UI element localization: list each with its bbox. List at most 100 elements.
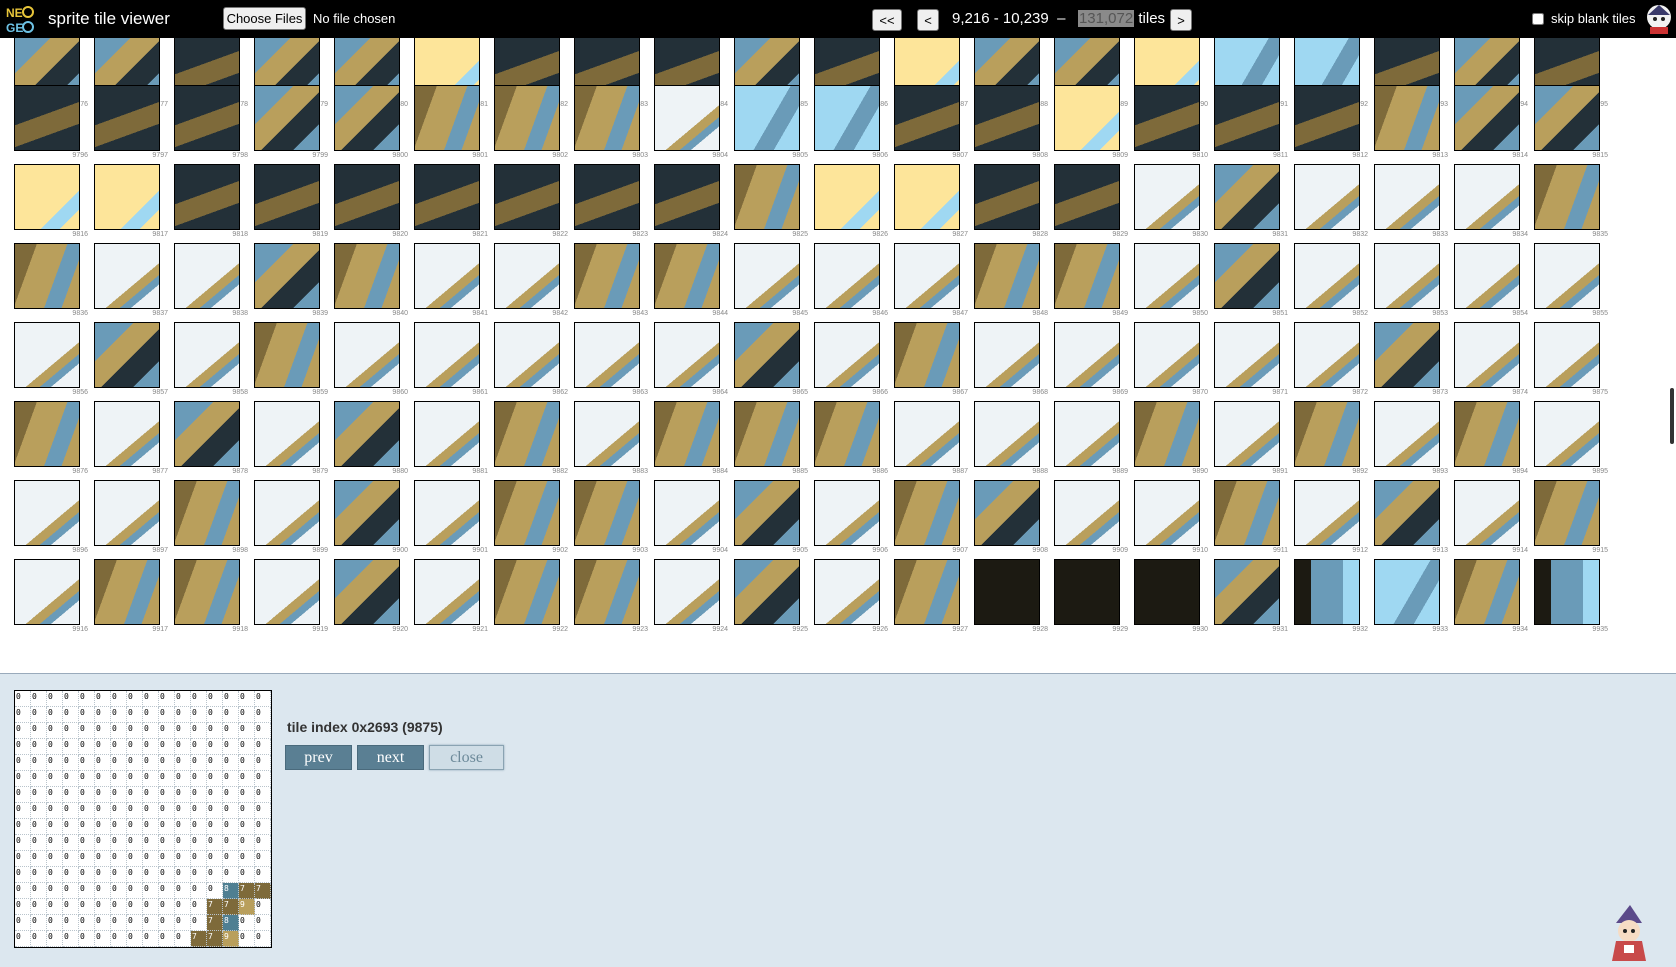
tile-thumbnail[interactable]	[1374, 559, 1440, 625]
tile-thumbnail[interactable]	[174, 85, 240, 151]
tile-thumbnail[interactable]	[254, 559, 320, 625]
tile-thumbnail[interactable]	[414, 85, 480, 151]
tile-thumbnail[interactable]	[174, 480, 240, 546]
tile-thumbnail[interactable]	[574, 401, 640, 467]
tile-thumbnail[interactable]	[654, 401, 720, 467]
tile-thumbnail[interactable]	[1054, 85, 1120, 151]
tile-thumbnail[interactable]	[414, 243, 480, 309]
tile-thumbnail[interactable]	[734, 559, 800, 625]
tile-thumbnail[interactable]	[254, 480, 320, 546]
tile-thumbnail[interactable]	[814, 480, 880, 546]
tile-thumbnail[interactable]	[254, 85, 320, 151]
tile-thumbnail[interactable]	[1294, 85, 1360, 151]
tile-thumbnail[interactable]	[414, 559, 480, 625]
tile-thumbnail[interactable]	[974, 85, 1040, 151]
tile-thumbnail[interactable]	[1214, 401, 1280, 467]
tile-thumbnail[interactable]	[494, 322, 560, 388]
tile-thumbnail[interactable]	[1054, 243, 1120, 309]
detail-next-button[interactable]: next	[357, 745, 424, 770]
tile-thumbnail[interactable]	[1134, 480, 1200, 546]
tile-thumbnail[interactable]	[1134, 164, 1200, 230]
tile-thumbnail[interactable]	[814, 243, 880, 309]
tile-thumbnail[interactable]	[1374, 480, 1440, 546]
first-page-button[interactable]: <<	[872, 9, 902, 31]
tile-thumbnail[interactable]	[494, 243, 560, 309]
tile-thumbnail[interactable]	[654, 243, 720, 309]
tile-thumbnail[interactable]	[894, 85, 960, 151]
tile-thumbnail[interactable]	[974, 559, 1040, 625]
tile-thumbnail[interactable]	[974, 243, 1040, 309]
tile-thumbnail[interactable]	[1534, 164, 1600, 230]
tile-thumbnail[interactable]	[94, 559, 160, 625]
mascot-avatar-icon[interactable]	[1644, 3, 1674, 35]
tile-thumbnail[interactable]	[254, 164, 320, 230]
skip-blank-label[interactable]: skip blank tiles	[1551, 11, 1636, 26]
tile-thumbnail[interactable]	[894, 322, 960, 388]
tile-thumbnail[interactable]	[1054, 164, 1120, 230]
tile-thumbnail[interactable]	[494, 401, 560, 467]
tile-thumbnail[interactable]	[574, 559, 640, 625]
tile-thumbnail[interactable]	[334, 85, 400, 151]
tile-thumbnail[interactable]	[574, 243, 640, 309]
tile-thumbnail[interactable]	[1374, 401, 1440, 467]
tile-thumbnail[interactable]	[734, 243, 800, 309]
tile-thumbnail[interactable]	[494, 559, 560, 625]
tile-thumbnail[interactable]	[1054, 322, 1120, 388]
tile-thumbnail[interactable]	[14, 243, 80, 309]
tile-thumbnail[interactable]	[574, 480, 640, 546]
tile-thumbnail[interactable]	[1214, 85, 1280, 151]
tile-thumbnail[interactable]	[1374, 85, 1440, 151]
tile-thumbnail[interactable]	[334, 322, 400, 388]
tile-thumbnail[interactable]	[1214, 559, 1280, 625]
tile-thumbnail[interactable]	[734, 401, 800, 467]
tile-thumbnail[interactable]	[974, 164, 1040, 230]
tile-thumbnail[interactable]	[1054, 480, 1120, 546]
detail-prev-button[interactable]: prev	[285, 745, 352, 770]
tile-thumbnail[interactable]	[1374, 243, 1440, 309]
tile-thumbnail[interactable]	[14, 401, 80, 467]
tile-thumbnail[interactable]	[734, 85, 800, 151]
tile-thumbnail[interactable]	[1534, 480, 1600, 546]
tile-thumbnail[interactable]	[94, 85, 160, 151]
tile-thumbnail[interactable]	[1134, 559, 1200, 625]
tile-thumbnail[interactable]	[974, 322, 1040, 388]
tile-thumbnail[interactable]	[14, 559, 80, 625]
tile-thumbnail[interactable]	[654, 480, 720, 546]
tile-thumbnail[interactable]	[814, 401, 880, 467]
tile-thumbnail[interactable]	[414, 322, 480, 388]
tile-thumbnail[interactable]	[1294, 164, 1360, 230]
tile-thumbnail[interactable]	[814, 322, 880, 388]
tile-thumbnail[interactable]	[14, 164, 80, 230]
tile-thumbnail[interactable]	[1534, 559, 1600, 625]
tile-thumbnail[interactable]	[1294, 559, 1360, 625]
tile-thumbnail[interactable]	[254, 243, 320, 309]
tile-thumbnail[interactable]	[734, 164, 800, 230]
tile-thumbnail[interactable]	[1054, 559, 1120, 625]
tile-thumbnail[interactable]	[894, 480, 960, 546]
tile-thumbnail[interactable]	[654, 559, 720, 625]
tile-thumbnail[interactable]	[334, 243, 400, 309]
tile-thumbnail[interactable]	[1534, 322, 1600, 388]
tile-thumbnail[interactable]	[574, 85, 640, 151]
scrollbar-thumb[interactable]	[1670, 388, 1674, 444]
tile-thumbnail[interactable]	[894, 559, 960, 625]
tile-thumbnail[interactable]	[1054, 401, 1120, 467]
tile-thumbnail[interactable]	[734, 480, 800, 546]
tile-thumbnail[interactable]	[1454, 85, 1520, 151]
tile-thumbnail[interactable]	[654, 322, 720, 388]
tile-thumbnail[interactable]	[14, 322, 80, 388]
tile-thumbnail[interactable]	[814, 559, 880, 625]
tile-thumbnail[interactable]	[14, 480, 80, 546]
tile-thumbnail[interactable]	[1294, 322, 1360, 388]
tile-thumbnail[interactable]	[414, 164, 480, 230]
tile-thumbnail[interactable]	[334, 480, 400, 546]
tile-thumbnail[interactable]	[1134, 401, 1200, 467]
tile-thumbnail[interactable]	[1454, 401, 1520, 467]
tile-thumbnail[interactable]	[1454, 480, 1520, 546]
tile-thumbnail[interactable]	[734, 322, 800, 388]
tile-thumbnail[interactable]	[254, 322, 320, 388]
tile-thumbnail[interactable]	[94, 322, 160, 388]
tile-thumbnail[interactable]	[1534, 401, 1600, 467]
tile-thumbnail[interactable]	[1134, 243, 1200, 309]
tile-thumbnail[interactable]	[654, 164, 720, 230]
